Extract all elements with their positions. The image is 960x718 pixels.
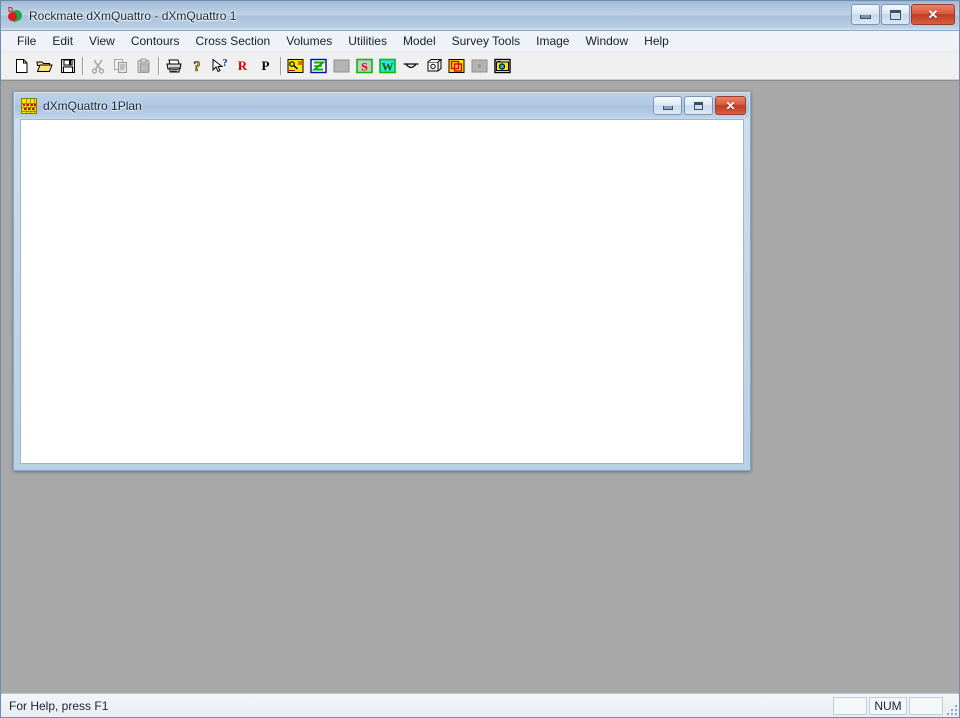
green-z-contour-icon <box>310 58 327 73</box>
open-folder-icon <box>36 61 53 72</box>
status-message: For Help, press F1 <box>9 698 109 713</box>
menu-item-image[interactable]: Image <box>528 32 577 50</box>
letter-r-button[interactable]: R <box>231 55 254 77</box>
status-pane-scrl <box>909 697 943 715</box>
print-button[interactable] <box>162 55 185 77</box>
letter-s-green-icon: S <box>356 58 373 73</box>
child-title-bar: dXmQuattro 1Plan ✕ <box>15 93 749 119</box>
about-button[interactable]: ? <box>185 55 208 77</box>
child-window-title: dXmQuattro 1Plan <box>43 99 142 113</box>
svg-text:S: S <box>361 59 368 73</box>
menu-item-view[interactable]: View <box>81 32 123 50</box>
status-bar: For Help, press F1 NUM <box>1 693 959 717</box>
letter-r-icon: R <box>237 58 248 73</box>
letter-p-icon: P <box>261 58 270 73</box>
yellow-overlap-volumes-icon <box>448 58 465 73</box>
cut-scissors-icon <box>91 59 104 74</box>
title-bar: D M Rockmate dXmQuattro - dXmQuattro 1 ✕ <box>1 1 959 31</box>
blank-disabled-2-button[interactable] <box>468 55 491 77</box>
blank-disabled-2-icon <box>471 59 488 72</box>
save-button[interactable] <box>56 55 79 77</box>
image-button[interactable] <box>491 55 514 77</box>
app-logo-icon: D M <box>7 7 24 24</box>
about-question-icon: ? <box>193 58 201 74</box>
letter-p-button[interactable]: P <box>254 55 277 77</box>
copy-button[interactable] <box>109 55 132 77</box>
open-folder-button[interactable] <box>33 55 56 77</box>
child-restore-button[interactable] <box>684 96 713 115</box>
mdi-child-window: dXmQuattro 1Plan ✕ <box>13 91 751 471</box>
context-help-icon: ? <box>212 58 227 72</box>
volumes-button[interactable] <box>445 55 468 77</box>
section-curve-icon <box>403 62 418 68</box>
cross-section-button[interactable] <box>399 55 422 77</box>
yellow-key-plot-icon <box>287 58 304 73</box>
child-close-icon: ✕ <box>725 98 736 113</box>
new-document-icon <box>15 58 27 73</box>
camera-image-icon <box>494 58 511 73</box>
contours-button[interactable] <box>307 55 330 77</box>
status-pane-caps <box>833 697 867 715</box>
context-help-button[interactable]: ? <box>208 55 231 77</box>
menu-item-file[interactable]: File <box>9 32 44 50</box>
letter-w-button[interactable]: W <box>376 55 399 77</box>
model-3d-button[interactable] <box>422 55 445 77</box>
blank-disabled-button[interactable] <box>330 55 353 77</box>
menu-item-window[interactable]: Window <box>577 32 636 50</box>
new-document-button[interactable] <box>10 55 33 77</box>
copy-pages-icon <box>113 58 127 73</box>
application-window: D M Rockmate dXmQuattro - dXmQuattro 1 ✕… <box>0 0 960 718</box>
menu-item-volumes[interactable]: Volumes <box>278 32 340 50</box>
menu-bar: File Edit View Contours Cross Section Vo… <box>1 31 959 52</box>
svg-text:?: ? <box>222 58 227 69</box>
menu-item-cross-section[interactable]: Cross Section <box>188 32 279 50</box>
plan-canvas[interactable] <box>20 119 744 464</box>
save-disk-icon <box>60 58 75 73</box>
status-panes: NUM <box>833 697 943 715</box>
minimize-icon <box>860 15 871 19</box>
menu-item-model[interactable]: Model <box>395 32 444 50</box>
menu-item-edit[interactable]: Edit <box>44 32 81 50</box>
minimize-button[interactable] <box>851 4 880 25</box>
child-minimize-icon <box>662 106 673 110</box>
toolbar-separator-2 <box>155 55 162 77</box>
window-title: Rockmate dXmQuattro - dXmQuattro 1 <box>29 8 237 23</box>
child-window-controls: ✕ <box>653 96 746 115</box>
maximize-icon <box>890 9 901 20</box>
child-minimize-button[interactable] <box>653 96 682 115</box>
child-close-button[interactable]: ✕ <box>715 96 746 115</box>
grid-plan-icon <box>21 98 37 114</box>
paste-clipboard-icon <box>137 58 149 73</box>
menu-item-survey-tools[interactable]: Survey Tools <box>444 32 528 50</box>
resize-grip[interactable] <box>943 701 957 715</box>
menu-item-contours[interactable]: Contours <box>123 32 188 50</box>
close-button[interactable]: ✕ <box>911 4 955 25</box>
toolbar: ? ? R P S W <box>1 52 959 80</box>
letter-w-green-icon: W <box>379 58 396 73</box>
child-restore-icon <box>694 101 703 110</box>
close-icon: ✕ <box>927 7 939 22</box>
print-printer-icon <box>165 59 182 72</box>
svg-text:W: W <box>382 59 394 73</box>
menu-item-help[interactable]: Help <box>636 32 677 50</box>
menu-item-utilities[interactable]: Utilities <box>340 32 395 50</box>
cut-button[interactable] <box>86 55 109 77</box>
letter-s-button[interactable]: S <box>353 55 376 77</box>
svg-text:?: ? <box>193 59 201 74</box>
paste-button[interactable] <box>132 55 155 77</box>
mdi-client-area: dXmQuattro 1Plan ✕ <box>1 80 959 693</box>
plot-button[interactable] <box>284 55 307 77</box>
toolbar-separator-3 <box>277 55 284 77</box>
maximize-button[interactable] <box>881 4 910 25</box>
status-pane-num: NUM <box>869 697 907 715</box>
window-controls: ✕ <box>851 4 955 25</box>
blank-disabled-icon <box>333 59 350 72</box>
cube-3d-icon <box>427 58 442 71</box>
toolbar-separator-1 <box>79 55 86 77</box>
